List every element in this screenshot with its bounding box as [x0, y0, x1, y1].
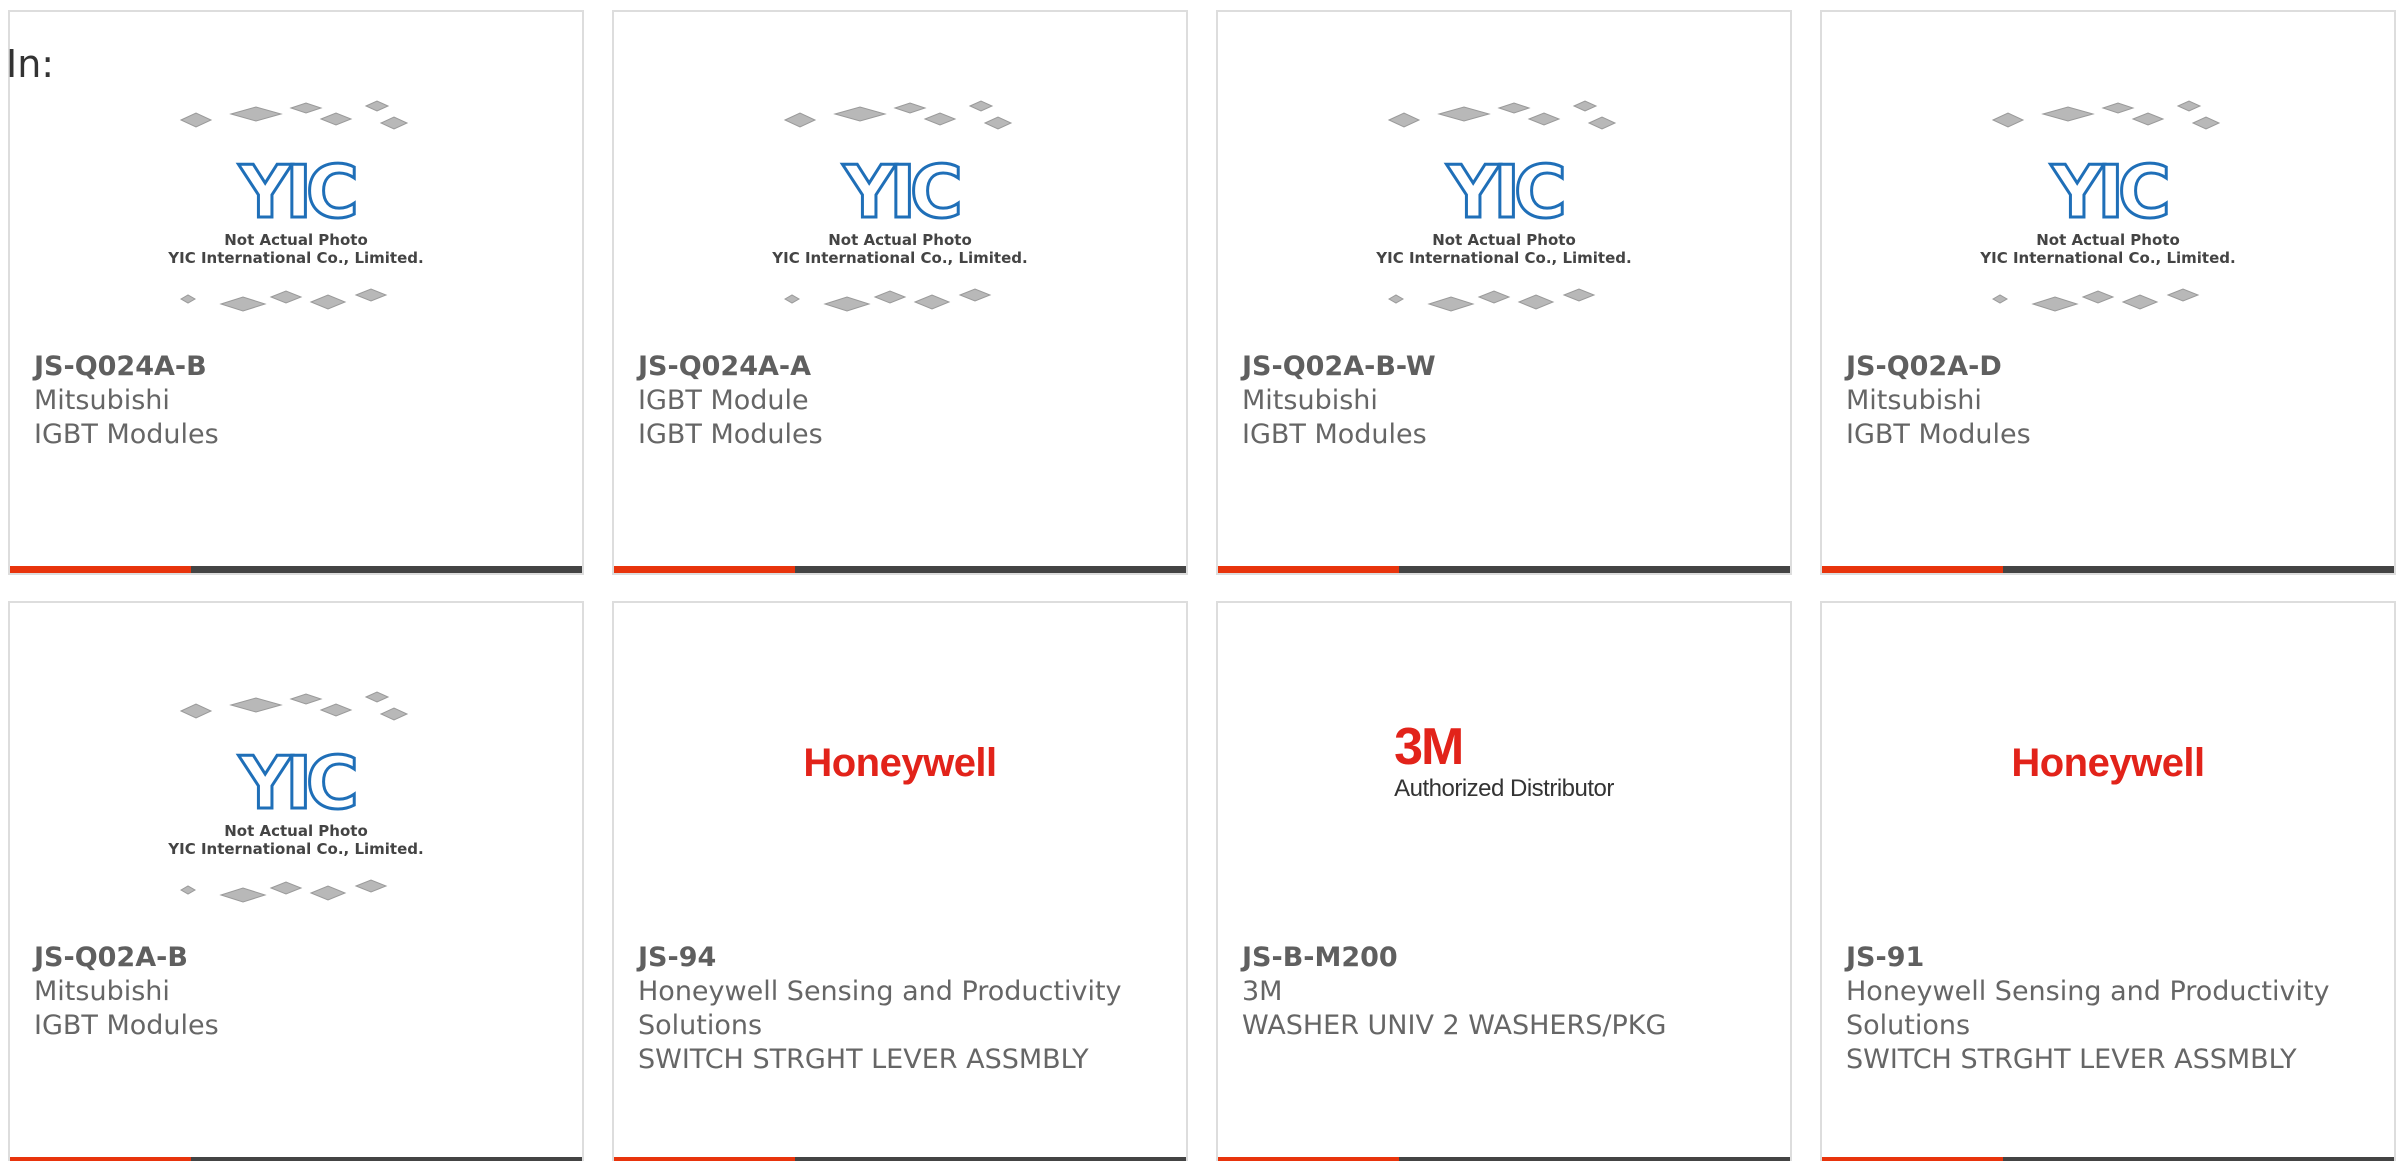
part-number[interactable]: JS-94 [638, 941, 1162, 975]
manufacturer: Mitsubishi [34, 976, 170, 1007]
placeholder-line-1: Not Actual Photo [2036, 231, 2180, 249]
card-accent-bar [1218, 1157, 1399, 1161]
yic-logo: YIC [238, 741, 355, 825]
product-image[interactable]: 3M Authorized Distributor [1218, 683, 1790, 933]
category: IGBT Modules [1242, 419, 1427, 450]
category: SWITCH STRGHT LEVER ASSMBLY [1846, 1044, 2297, 1075]
page: In: YIC Not Actual Photo YIC International… [0, 0, 2400, 1161]
product-card[interactable]: YIC Not Actual Photo YIC International Co.… [1216, 10, 1792, 575]
product-card[interactable]: 3M Authorized Distributor JS-B-M200 3M WASHE… [1216, 601, 1792, 1161]
placeholder-line-2: YIC International Co., Limited. [1375, 249, 1631, 267]
product-image[interactable]: YIC Not Actual Photo YIC International Co.… [1218, 92, 1790, 342]
authorized-distributor-text: Authorized Distributor [1394, 775, 1614, 802]
part-number[interactable]: JS-Q024A-A [638, 350, 1162, 384]
part-number[interactable]: JS-91 [1846, 941, 2370, 975]
not-actual-photo-image: YIC Not Actual Photo YIC International Co.… [161, 686, 431, 930]
product-image[interactable]: YIC Not Actual Photo YIC International Co.… [10, 683, 582, 933]
card-accent-bar [1218, 566, 1399, 573]
product-info: JS-Q02A-D Mitsubishi IGBT Modules [1846, 350, 2370, 452]
manufacturer: Honeywell Sensing and Productivity Solut… [1846, 976, 2330, 1041]
yic-logo: YIC [842, 150, 959, 234]
category: IGBT Modules [1846, 419, 2031, 450]
yic-logo: YIC [2050, 150, 2167, 234]
placeholder-line-2: YIC International Co., Limited. [167, 249, 423, 267]
part-number[interactable]: JS-Q02A-D [1846, 350, 2370, 384]
category: WASHER UNIV 2 WASHERS/PKG [1242, 1010, 1667, 1041]
product-image[interactable]: YIC Not Actual Photo YIC International Co.… [1822, 92, 2394, 342]
manufacturer: Mitsubishi [1846, 385, 1982, 416]
card-bottom-bar [614, 1157, 1186, 1161]
product-image[interactable]: YIC Not Actual Photo YIC International Co.… [614, 92, 1186, 342]
card-accent-bar [10, 1157, 191, 1161]
product-image[interactable]: YIC Not Actual Photo YIC International Co.… [10, 92, 582, 342]
manufacturer: 3M [1242, 976, 1283, 1007]
category: SWITCH STRGHT LEVER ASSMBLY [638, 1044, 1089, 1075]
product-info: JS-B-M200 3M WASHER UNIV 2 WASHERS/PKG [1242, 941, 1766, 1043]
category: IGBT Modules [638, 419, 823, 450]
manufacturer: Honeywell Sensing and Productivity Solut… [638, 976, 1122, 1041]
product-card[interactable]: Honeywell JS-91 Honeywell Sensing and Prod… [1820, 601, 2396, 1161]
part-number[interactable]: JS-B-M200 [1242, 941, 1766, 975]
product-card[interactable]: YIC Not Actual Photo YIC International Co.… [8, 10, 584, 575]
product-info: JS-Q024A-B Mitsubishi IGBT Modules [34, 350, 558, 452]
product-card[interactable]: Honeywell JS-94 Honeywell Sensing and Prod… [612, 601, 1188, 1161]
not-actual-photo-image: YIC Not Actual Photo YIC International Co.… [765, 95, 1035, 339]
filter-label: In: [6, 42, 55, 86]
product-card[interactable]: YIC Not Actual Photo YIC International Co.… [612, 10, 1188, 575]
product-card[interactable]: YIC Not Actual Photo YIC International Co.… [1820, 10, 2396, 575]
part-number[interactable]: JS-Q024A-B [34, 350, 558, 384]
honeywell-logo: Honeywell [2011, 740, 2205, 785]
card-accent-bar [1822, 566, 2003, 573]
yic-logo: YIC [238, 150, 355, 234]
category: IGBT Modules [34, 1010, 219, 1041]
product-image[interactable]: Honeywell [614, 683, 1186, 933]
placeholder-line-1: Not Actual Photo [224, 231, 368, 249]
card-bottom-bar [10, 1157, 582, 1161]
product-info: JS-Q02A-B Mitsubishi IGBT Modules [34, 941, 558, 1043]
part-number[interactable]: JS-Q02A-B [34, 941, 558, 975]
manufacturer: Mitsubishi [1242, 385, 1378, 416]
honeywell-logo: Honeywell [803, 740, 997, 785]
category: IGBT Modules [34, 419, 219, 450]
card-accent-bar [10, 566, 191, 573]
card-accent-bar [1822, 1157, 2003, 1161]
card-bottom-bar [1218, 1157, 1790, 1161]
card-accent-bar [614, 566, 795, 573]
card-bottom-bar [1218, 566, 1790, 573]
3m-logo-text: 3M [1394, 718, 1464, 776]
manufacturer: Mitsubishi [34, 385, 170, 416]
not-actual-photo-image: YIC Not Actual Photo YIC International Co.… [1369, 95, 1639, 339]
not-actual-photo-image: YIC Not Actual Photo YIC International Co.… [161, 95, 431, 339]
3m-authorized-distributor-logo: 3M Authorized Distributor [1394, 718, 1614, 803]
card-bottom-bar [614, 566, 1186, 573]
product-card[interactable]: YIC Not Actual Photo YIC International Co.… [8, 601, 584, 1161]
placeholder-line-1: Not Actual Photo [828, 231, 972, 249]
card-bottom-bar [1822, 566, 2394, 573]
placeholder-line-1: Not Actual Photo [1432, 231, 1576, 249]
placeholder-line-2: YIC International Co., Limited. [167, 840, 423, 858]
card-bottom-bar [1822, 1157, 2394, 1161]
manufacturer: IGBT Module [638, 385, 809, 416]
placeholder-line-2: YIC International Co., Limited. [1979, 249, 2235, 267]
product-info: JS-Q024A-A IGBT Module IGBT Modules [638, 350, 1162, 452]
product-info: JS-94 Honeywell Sensing and Productivity … [638, 941, 1162, 1077]
card-accent-bar [614, 1157, 795, 1161]
not-actual-photo-image: YIC Not Actual Photo YIC International Co.… [1973, 95, 2243, 339]
product-image[interactable]: Honeywell [1822, 683, 2394, 933]
placeholder-line-2: YIC International Co., Limited. [771, 249, 1027, 267]
part-number[interactable]: JS-Q02A-B-W [1242, 350, 1766, 384]
placeholder-line-1: Not Actual Photo [224, 822, 368, 840]
product-info: JS-Q02A-B-W Mitsubishi IGBT Modules [1242, 350, 1766, 452]
card-bottom-bar [10, 566, 582, 573]
product-info: JS-91 Honeywell Sensing and Productivity … [1846, 941, 2370, 1077]
yic-logo: YIC [1446, 150, 1563, 234]
